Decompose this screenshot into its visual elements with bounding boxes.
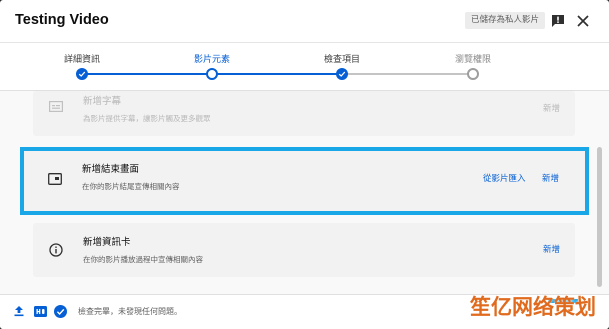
upload-icon[interactable] bbox=[12, 304, 26, 318]
step-connector bbox=[342, 73, 473, 75]
dialog-header: Testing Video 已儲存為私人影片 bbox=[0, 0, 609, 42]
scrollbar-thumb[interactable] bbox=[597, 147, 602, 287]
subtitles-card: 新增字幕 為影片提供字幕，讓影片觸及更多觀眾 新增 bbox=[33, 91, 575, 136]
end-screen-icon bbox=[47, 171, 63, 187]
footer-status-text: 檢查完畢，未發現任何問題。 bbox=[78, 307, 182, 316]
hd-icon[interactable] bbox=[33, 304, 47, 318]
add-subtitles-button[interactable]: 新增 bbox=[543, 102, 560, 114]
card-title: 新增結束畫面 bbox=[82, 164, 140, 175]
step-elements-label[interactable]: 影片元素 bbox=[194, 52, 230, 65]
upload-dialog: Testing Video 已儲存為私人影片 詳細資訊 影片元素 檢查項目 瀏覽… bbox=[0, 0, 609, 329]
step-connector bbox=[82, 73, 212, 75]
checks-complete-icon[interactable] bbox=[53, 304, 67, 318]
report-flag-icon[interactable] bbox=[548, 11, 568, 31]
subtitles-icon bbox=[48, 98, 64, 114]
step-visibility-label[interactable]: 瀏覽權限 bbox=[455, 52, 491, 65]
card-description: 為影片提供字幕，讓影片觸及更多觀眾 bbox=[83, 114, 211, 123]
add-info-card-button[interactable]: 新增 bbox=[543, 243, 560, 255]
step-checks-label[interactable]: 檢查項目 bbox=[324, 52, 360, 65]
card-title: 新增資訊卡 bbox=[83, 237, 131, 248]
watermark-text: 笙亿网络策划 bbox=[470, 295, 596, 319]
step-details-label[interactable]: 詳細資訊 bbox=[64, 52, 100, 65]
end-screen-card: 新增結束畫面 在你的影片結尾宣傳相關內容 從影片匯入 新增 bbox=[20, 147, 589, 215]
card-description: 在你的影片播放過程中宣傳相關內容 bbox=[83, 255, 203, 264]
add-end-screen-button[interactable]: 新增 bbox=[542, 172, 559, 184]
step-checks-check-icon[interactable] bbox=[336, 68, 348, 80]
step-elements-current-icon[interactable] bbox=[206, 68, 218, 80]
save-status-badge: 已儲存為私人影片 bbox=[465, 12, 546, 29]
card-description: 在你的影片結尾宣傳相關內容 bbox=[82, 182, 180, 191]
progress-stepper: 詳細資訊 影片元素 檢查項目 瀏覽權限 bbox=[0, 42, 609, 90]
import-from-video-button[interactable]: 從影片匯入 bbox=[483, 172, 526, 184]
dialog-title: Testing Video bbox=[15, 12, 109, 28]
content-area: 新增字幕 為影片提供字幕，讓影片觸及更多觀眾 新增 新增結束畫面 在你的影片結尾… bbox=[0, 90, 609, 294]
step-details-check-icon[interactable] bbox=[76, 68, 88, 80]
step-visibility-pending-icon[interactable] bbox=[467, 68, 479, 80]
info-cards-card: 新增資訊卡 在你的影片播放過程中宣傳相關內容 新增 bbox=[33, 223, 575, 277]
info-icon bbox=[48, 242, 64, 258]
step-connector bbox=[212, 73, 342, 75]
close-icon[interactable] bbox=[573, 11, 593, 31]
card-title: 新增字幕 bbox=[83, 96, 122, 107]
